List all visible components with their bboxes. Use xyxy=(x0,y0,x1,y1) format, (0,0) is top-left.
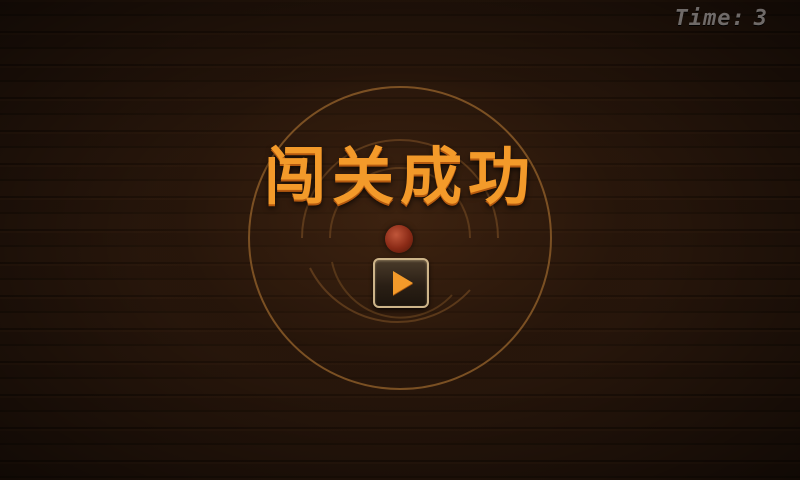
timer-label: Time: xyxy=(674,6,746,31)
timer-value: 3 xyxy=(753,6,768,31)
timer-display: Time: 3 xyxy=(675,6,768,31)
ball xyxy=(385,225,413,253)
game-screen: Time: 3 闯关成功 xyxy=(0,0,800,480)
level-complete-title: 闯关成功 xyxy=(263,140,536,213)
play-button[interactable] xyxy=(373,258,429,308)
play-icon xyxy=(393,271,413,295)
